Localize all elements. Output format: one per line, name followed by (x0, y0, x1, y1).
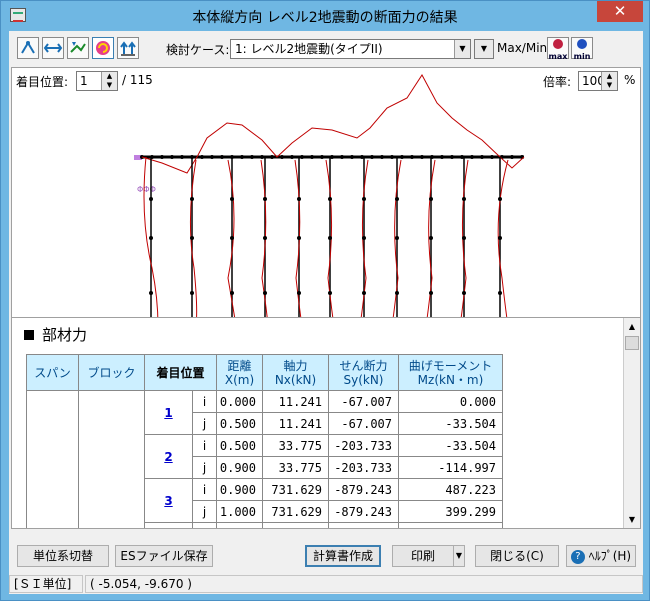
col-block: ブロック (78, 354, 145, 391)
print-button[interactable]: 印刷 (392, 545, 454, 567)
force-diagram[interactable]: ΦΦΦ (12, 68, 640, 344)
status-unit: [ＳＩ単位] (9, 575, 83, 593)
case-select-list-button[interactable]: ▼ (474, 39, 494, 59)
fit-view-icon[interactable] (42, 37, 64, 59)
bullet-square-icon (24, 330, 34, 340)
upload-icon[interactable] (117, 37, 139, 59)
es-save-button[interactable]: ESファイル保存 (115, 545, 213, 567)
diagram-panel: 着目位置: 1 ▲ ▼ / 115 倍率: 100 ▲ ▼ % ΦΦΦ (11, 67, 641, 343)
scroll-down-icon[interactable]: ▼ (624, 511, 640, 528)
move-icon[interactable] (17, 37, 39, 59)
member-force-table: スパン ブロック 着目位置 距離 X(m) 軸力 Nx(kN) せん断力 Sy(kN)… (26, 354, 503, 528)
arrange-icon[interactable] (67, 37, 89, 59)
chevron-down-icon[interactable]: ▼ (454, 40, 470, 58)
help-button[interactable]: ? ﾍﾙﾌﾟ(H) (566, 545, 636, 567)
close-button[interactable]: 閉じる(C) (475, 545, 559, 567)
window-title: 本体縦方向 レベル2地震動の断面力の結果 (192, 10, 458, 26)
span-cell (26, 390, 79, 528)
col-position: 着目位置 (144, 354, 217, 391)
case-select[interactable]: 1: レベル2地震動(タイプII) ▼ (230, 39, 471, 59)
client-area: 検討ケース: 1: レベル2地震動(タイプII) ▼ ▼ Max/Min: ma… (9, 31, 643, 594)
max-button[interactable]: max (547, 37, 569, 61)
maxmin-label: Max/Min: (497, 41, 552, 55)
table-row: 1 i 0.000 11.241 -67.007 0.000 (26, 390, 503, 528)
main-window: 本体縦方向 レベル2地震動の断面力の結果 ✕ 検討ケース: 1: レベル2地震動… (0, 0, 650, 601)
table-scrollbar[interactable]: ▲ ▼ (623, 318, 640, 528)
svg-text:ΦΦΦ: ΦΦΦ (137, 185, 156, 194)
title-bar[interactable]: 本体縦方向 レベル2地震動の断面力の結果 ✕ (1, 1, 649, 31)
scroll-thumb[interactable] (625, 336, 639, 350)
button-bar: 単位系切替 ESファイル保存 計算書作成 印刷 ▼ 閉じる(C) ? ﾍﾙﾌﾟ(… (9, 539, 643, 577)
status-coords: ( -5.054, -9.670 ) (85, 575, 643, 593)
unit-switch-button[interactable]: 単位系切替 (17, 545, 109, 567)
position-link-3[interactable]: 3 (144, 478, 193, 523)
case-label: 検討ケース: (166, 43, 230, 57)
position-link-2[interactable]: 2 (144, 434, 193, 479)
close-window-button[interactable]: ✕ (597, 1, 643, 22)
col-moment: 曲げモーメント Mz(kN・m) (398, 354, 503, 391)
member-force-panel: 部材力 スパン ブロック 着目位置 距離 X(m) 軸力 Nx(kN) せん断力 Sy… (11, 317, 641, 529)
col-shear: せん断力 Sy(kN) (328, 354, 399, 391)
list-arrow-icon[interactable]: ▼ (475, 40, 493, 58)
min-button[interactable]: min (571, 37, 593, 61)
case-select-value: 1: レベル2地震動(タイプII) (235, 42, 383, 56)
help-icon: ? (570, 549, 585, 564)
scroll-up-icon[interactable]: ▲ (624, 318, 640, 335)
print-dropdown-arrow-icon[interactable]: ▼ (453, 545, 465, 567)
report-button[interactable]: 計算書作成 (305, 545, 381, 567)
block-cell (78, 390, 145, 528)
position-link-1[interactable]: 1 (144, 390, 193, 435)
section-title: 部材力 (24, 324, 87, 345)
rotate-icon[interactable] (92, 37, 114, 59)
col-span: スパン (26, 354, 79, 391)
status-bar: [ＳＩ単位] ( -5.054, -9.670 ) (9, 573, 643, 594)
col-distance: 距離 X(m) (216, 354, 263, 391)
col-axial: 軸力 Nx(kN) (262, 354, 329, 391)
toolbar: 検討ケース: 1: レベル2地震動(タイプII) ▼ ▼ Max/Min: ma… (9, 31, 643, 63)
